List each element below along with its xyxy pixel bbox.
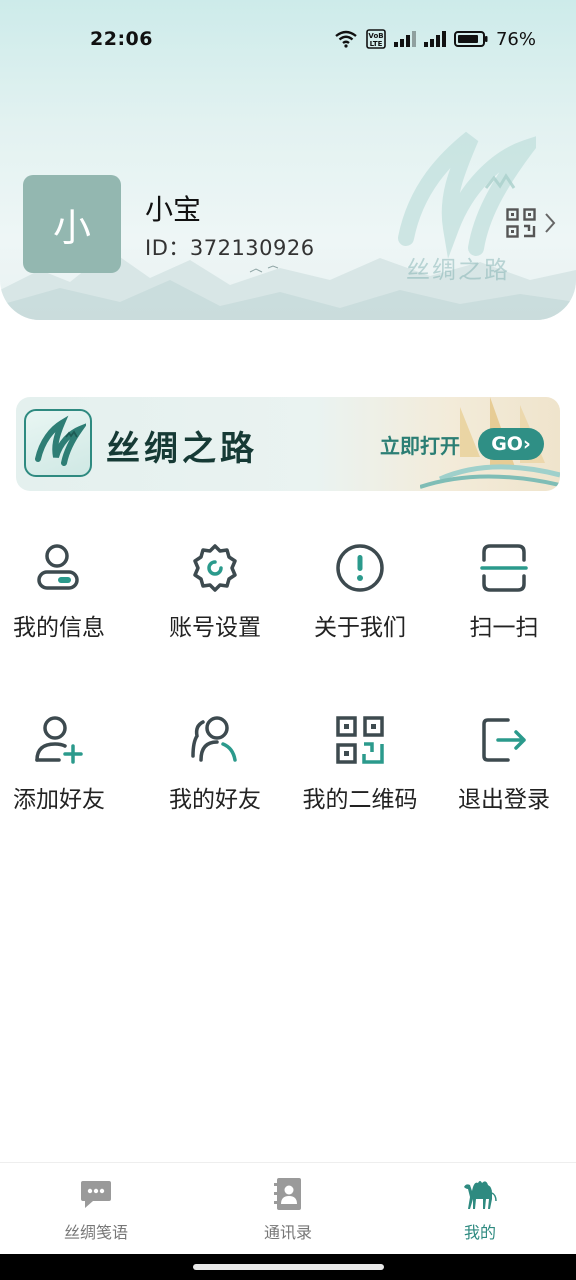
banner-open-label: 立即打开 xyxy=(380,434,460,458)
battery-icon xyxy=(453,31,488,47)
user-card-icon xyxy=(37,544,79,590)
go-button[interactable]: GO› xyxy=(478,428,544,460)
menu-my-friends[interactable]: 我的好友 xyxy=(143,714,287,824)
status-icons: VoB LTE 76% xyxy=(334,29,536,50)
menu-account-settings[interactable]: 账号设置 xyxy=(143,542,287,652)
contacts-book-icon xyxy=(274,1178,301,1210)
svg-text:VoB: VoB xyxy=(368,32,383,40)
qr-code-entry[interactable] xyxy=(506,208,556,238)
watermark-text: 丝绸之路 xyxy=(406,256,510,284)
menu-about-us[interactable]: 关于我们 xyxy=(288,542,432,652)
volte-icon: VoB LTE xyxy=(366,29,386,49)
signal-1-icon xyxy=(393,31,416,47)
battery-percent: 76% xyxy=(495,28,536,50)
menu-label: 我的好友 xyxy=(169,787,261,813)
nav-label: 我的 xyxy=(463,1223,496,1242)
gesture-bar xyxy=(0,1254,576,1280)
menu-label: 扫一扫 xyxy=(469,615,539,641)
user-name: 小宝 xyxy=(145,193,202,226)
menu-label: 我的信息 xyxy=(13,615,105,641)
menu-label: 账号设置 xyxy=(169,615,261,641)
profile-header: 22:06 VoB LTE 76% 丝绸之路 小 小宝 ID：372130926 xyxy=(0,0,576,320)
svg-text:LTE: LTE xyxy=(370,40,383,48)
scan-icon xyxy=(480,544,528,592)
chat-bubble-icon xyxy=(81,1181,111,1208)
menu-label: 添加好友 xyxy=(13,787,105,813)
menu-add-friend[interactable]: 添加好友 xyxy=(0,714,131,824)
camel-icon xyxy=(464,1181,497,1209)
signal-2-icon xyxy=(423,31,446,47)
silk-road-logo-icon xyxy=(35,415,86,466)
gear-icon xyxy=(193,544,237,592)
menu-label: 退出登录 xyxy=(458,787,550,813)
nav-label: 通讯录 xyxy=(263,1223,312,1242)
qr-code-icon xyxy=(336,716,384,764)
chevron-right-icon xyxy=(545,213,556,233)
status-time: 22:06 xyxy=(90,28,153,50)
logout-icon xyxy=(482,718,526,762)
nav-item-messages[interactable]: 丝绸笺语 xyxy=(0,1163,192,1254)
bottom-nav: 丝绸笺语 通讯录 我的 xyxy=(0,1162,576,1254)
app-logo xyxy=(24,409,92,477)
nav-label: 丝绸笺语 xyxy=(63,1223,128,1242)
add-user-icon xyxy=(35,716,83,764)
nav-item-contacts[interactable]: 通讯录 xyxy=(192,1163,384,1254)
menu-label: 关于我们 xyxy=(314,615,406,641)
avatar[interactable]: 小 xyxy=(23,175,121,273)
menu-logout[interactable]: 退出登录 xyxy=(432,714,576,824)
menu-label: 我的二维码 xyxy=(302,787,418,813)
banner-title: 丝绸之路 xyxy=(106,429,258,469)
home-indicator[interactable] xyxy=(193,1264,384,1270)
friends-icon xyxy=(191,716,237,762)
silk-road-banner[interactable]: 丝绸之路 立即打开 GO› xyxy=(16,397,560,491)
info-circle-icon xyxy=(336,544,384,592)
menu-my-qr-code[interactable]: 我的二维码 xyxy=(288,714,432,824)
nav-item-me[interactable]: 我的 xyxy=(384,1163,576,1254)
status-bar: 22:06 VoB LTE 76% xyxy=(0,0,576,78)
user-id: ID：372130926 xyxy=(145,236,315,260)
qr-code-icon xyxy=(506,208,536,238)
avatar-initial: 小 xyxy=(52,205,91,250)
menu-my-info[interactable]: 我的信息 xyxy=(0,542,131,652)
wifi-icon xyxy=(335,30,357,48)
menu-scan[interactable]: 扫一扫 xyxy=(432,542,576,652)
